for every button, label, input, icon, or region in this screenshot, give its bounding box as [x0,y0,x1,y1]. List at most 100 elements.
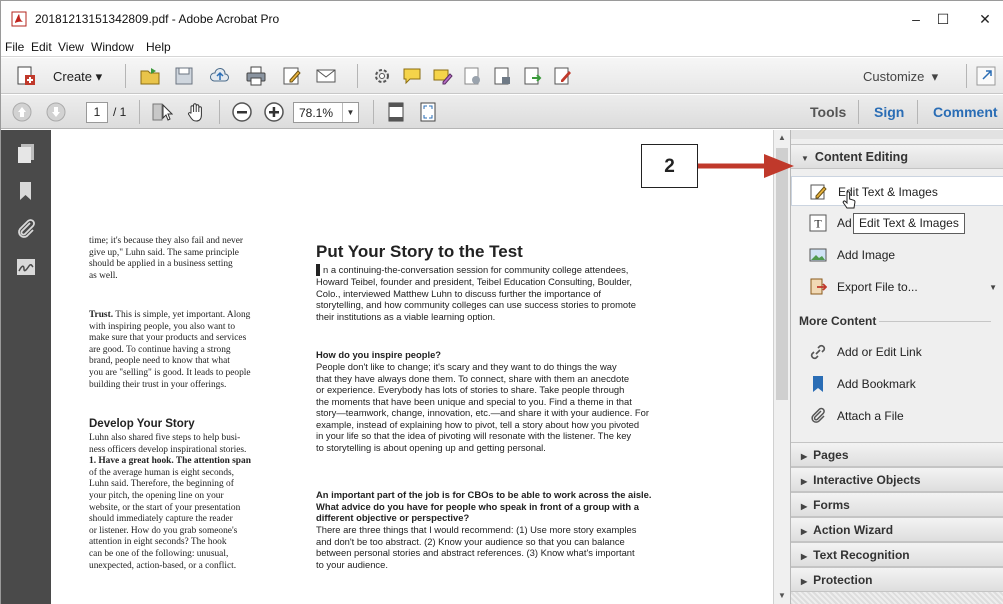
section-title: Action Wizard [813,523,894,537]
divider [879,321,991,322]
close-button[interactable]: ✕ [965,7,1003,31]
zoom-out-icon[interactable] [231,101,253,123]
section-pages[interactable]: ▶ Pages [791,442,1003,467]
text-line: should immediately capture the reader [89,514,233,525]
maximize-button[interactable]: ☐ [923,7,963,31]
left-navigation-pane [1,130,51,604]
left-column-paragraph: time; it's because they also fail and ne… [89,236,243,282]
tool-label: Attach a File [837,409,904,423]
step-callout-box: 2 [641,144,698,188]
tool-add-edit-link[interactable]: Add or Edit Link [791,337,1003,367]
zoom-in-icon[interactable] [263,101,285,123]
highlight-icon[interactable] [431,65,453,87]
menu-view[interactable]: View [58,40,84,54]
scrollbar-thumb[interactable] [776,148,788,400]
caret-right-icon: ▶ [801,502,808,511]
page-thumbnails-icon[interactable] [15,142,37,164]
select-tool-icon[interactable] [151,101,173,123]
develop-story-heading: Develop Your Story [89,418,195,430]
menu-help[interactable]: Help [146,40,171,54]
zoom-level-select[interactable]: 78.1% ▼ [293,102,359,123]
tool-attach-file[interactable]: Attach a File [791,401,1003,431]
intro-line: n a continuing-the-conversation session … [323,264,629,275]
fit-page-icon[interactable] [385,101,407,123]
save-icon[interactable] [173,65,195,87]
article-heading: Put Your Story to the Test [316,242,523,261]
section-action-wizard[interactable]: ▶ Action Wizard [791,517,1003,542]
tool-label: Ad [837,216,852,230]
text-line: unexpected, action-based, or a conflict. [89,560,237,571]
text-line: An important part of the job is for CBOs… [316,489,652,500]
comment-bubble-icon[interactable] [401,65,423,87]
text-line: story—teamwork, change, innovation, etc.… [316,407,649,418]
signatures-icon[interactable] [15,256,37,278]
menu-edit[interactable]: Edit [31,40,52,54]
section-forms[interactable]: ▶ Forms [791,492,1003,517]
attachments-icon[interactable] [15,218,37,240]
scroll-down-icon[interactable]: ▼ [774,588,790,604]
section-text-recognition[interactable]: ▶ Text Recognition [791,542,1003,567]
tool-export-file[interactable]: Export File to... ▼ [791,272,1003,302]
section-title: Interactive Objects [813,473,921,487]
section-protection[interactable]: ▶ Protection [791,567,1003,592]
text-line: give up," Luhn said. The same principle [89,247,239,258]
previous-page-icon[interactable] [11,101,33,123]
section-title: Pages [813,448,849,462]
document-export-icon[interactable] [521,65,543,87]
export-file-icon [810,278,827,295]
toolbar-separator [125,64,126,88]
redact-icon[interactable] [461,65,483,87]
open-folder-icon[interactable] [139,65,161,87]
document-lock-icon[interactable] [491,65,513,87]
page-number-input[interactable]: 1 [86,102,108,123]
scroll-up-icon[interactable]: ▲ [774,130,790,146]
edit-document-icon[interactable] [281,65,303,87]
title-bar: 20181213151342809.pdf - Adobe Acrobat Pr… [1,1,1003,37]
tool-add-bookmark[interactable]: Add Bookmark [791,369,1003,399]
tab-sign[interactable]: Sign [874,104,904,120]
intro-paragraph: Howard Teibel, founder and president, Te… [316,276,636,322]
hand-tool-icon[interactable] [185,101,207,123]
full-screen-icon[interactable] [417,101,439,123]
sign-document-icon[interactable] [551,65,573,87]
tooltip: Edit Text & Images [853,213,965,234]
drop-cap-mark [316,264,320,276]
paperclip-icon [811,407,825,423]
caret-right-icon: ▶ [801,577,808,586]
menu-file[interactable]: File [5,40,24,54]
navigation-toolbar: 1 / 1 78.1% ▼ Tools Sign Comment [1,95,1003,129]
customize-dropdown[interactable]: Customize ▾ [863,69,938,85]
menu-window[interactable]: Window [91,40,134,54]
zoom-level-value: 78.1% [299,106,334,120]
bookmarks-icon[interactable] [15,180,37,202]
toolbar-separator [858,100,859,124]
text-line: What advice do you have for people who s… [316,500,639,512]
text-line: attention in eight seconds? The hook [89,537,227,548]
tab-comment[interactable]: Comment [933,104,998,120]
document-scrollbar[interactable]: ▲ ▼ [773,130,790,604]
text-line: to your audience. [316,558,388,570]
section-interactive-objects[interactable]: ▶ Interactive Objects [791,467,1003,492]
tab-tools[interactable]: Tools [810,104,846,120]
cloud-upload-icon[interactable] [209,65,231,87]
text-line: between personal stories and abstract re… [316,547,635,558]
text-line: People don't like to change; it's scary … [316,361,617,372]
next-page-icon[interactable] [45,101,67,123]
text-line: with inspiring people, you also want to [89,321,236,332]
chevron-down-icon[interactable]: ▼ [989,283,997,292]
svg-text:T: T [814,217,822,231]
tool-edit-text-images[interactable]: Edit Text & Images [791,176,1003,206]
question-heading: How do you inspire people? [316,349,442,360]
panel-footer [791,592,1003,604]
text-line: are good. To continue having a strong [89,344,231,355]
mouse-pointer-icon [842,191,856,209]
expand-icon[interactable] [975,65,997,87]
create-label: Create ▾ [53,69,103,84]
tool-label: Export File to... [837,280,918,294]
acrobat-window: 20181213151342809.pdf - Adobe Acrobat Pr… [0,0,1003,604]
print-icon[interactable] [245,65,267,87]
tool-add-image[interactable]: Add Image [791,240,1003,270]
settings-gear-icon[interactable] [371,65,393,87]
email-icon[interactable] [315,65,337,87]
section-content-editing[interactable]: ▼ Content Editing [791,144,1003,169]
